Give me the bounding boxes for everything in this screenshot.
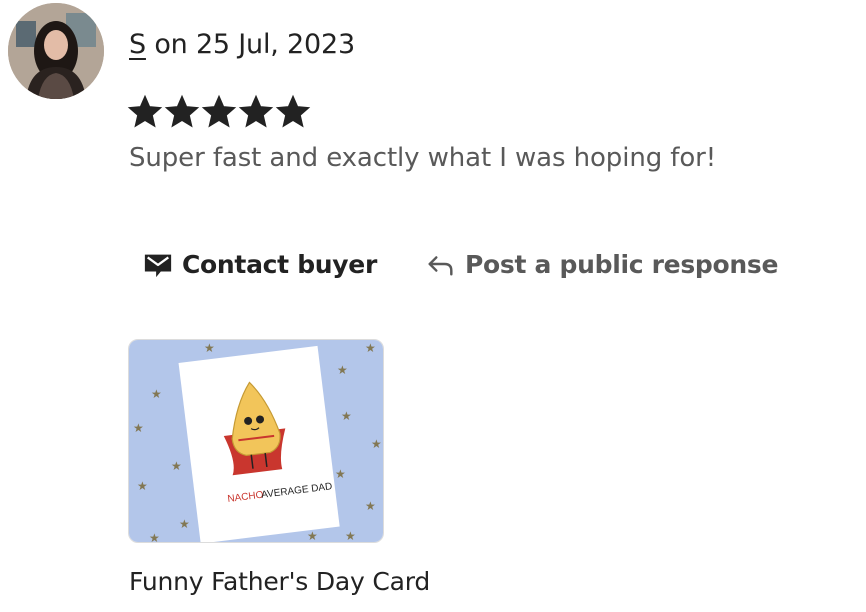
- product-image[interactable]: ★ ★ ★ ★ ★ ★ ★ ★ ★ ★ ★ ★ ★ ★ ★ NACHO AVER…: [128, 339, 384, 543]
- post-public-response-button[interactable]: Post a public response: [425, 248, 778, 280]
- star-icon: [238, 94, 274, 130]
- star-rating: [127, 94, 311, 130]
- star-icon: [275, 94, 311, 130]
- svg-text:★: ★: [337, 363, 348, 377]
- svg-text:★: ★: [137, 479, 148, 493]
- svg-text:★: ★: [179, 517, 190, 531]
- star-decoration: ★: [204, 341, 215, 355]
- svg-text:★: ★: [307, 529, 318, 543]
- avatar-image: [8, 3, 104, 99]
- svg-text:★: ★: [149, 531, 160, 543]
- star-icon: [164, 94, 200, 130]
- review-meta: S on 25 Jul, 2023: [129, 28, 355, 62]
- review-text: Super fast and exactly what I was hoping…: [129, 143, 717, 173]
- svg-text:★: ★: [371, 437, 382, 451]
- reply-arrow-icon: [425, 248, 457, 280]
- post-public-response-label: Post a public response: [465, 249, 779, 279]
- svg-text:★: ★: [345, 529, 356, 543]
- contact-buyer-label: Contact buyer: [182, 249, 377, 279]
- star-icon: [201, 94, 237, 130]
- envelope-icon: [142, 248, 174, 280]
- star-icon: [127, 94, 163, 130]
- svg-text:★: ★: [365, 499, 376, 513]
- svg-text:★: ★: [341, 409, 352, 423]
- product-title-link[interactable]: Funny Father's Day Card: [129, 566, 430, 598]
- contact-buyer-button[interactable]: Contact buyer: [142, 248, 377, 280]
- svg-text:★: ★: [335, 467, 346, 481]
- reviewer-name-link[interactable]: S: [129, 29, 146, 60]
- review-date: on 25 Jul, 2023: [154, 29, 355, 60]
- review-actions: Contact buyer Post a public response: [142, 248, 778, 280]
- svg-text:★: ★: [133, 421, 144, 435]
- svg-text:★: ★: [151, 387, 162, 401]
- reviewer-avatar[interactable]: [8, 3, 104, 99]
- product-card-illustration: ★ ★ ★ ★ ★ ★ ★ ★ ★ ★ ★ ★ ★ ★ ★ NACHO AVER…: [129, 340, 383, 543]
- svg-text:★: ★: [171, 459, 182, 473]
- svg-text:★: ★: [365, 341, 376, 355]
